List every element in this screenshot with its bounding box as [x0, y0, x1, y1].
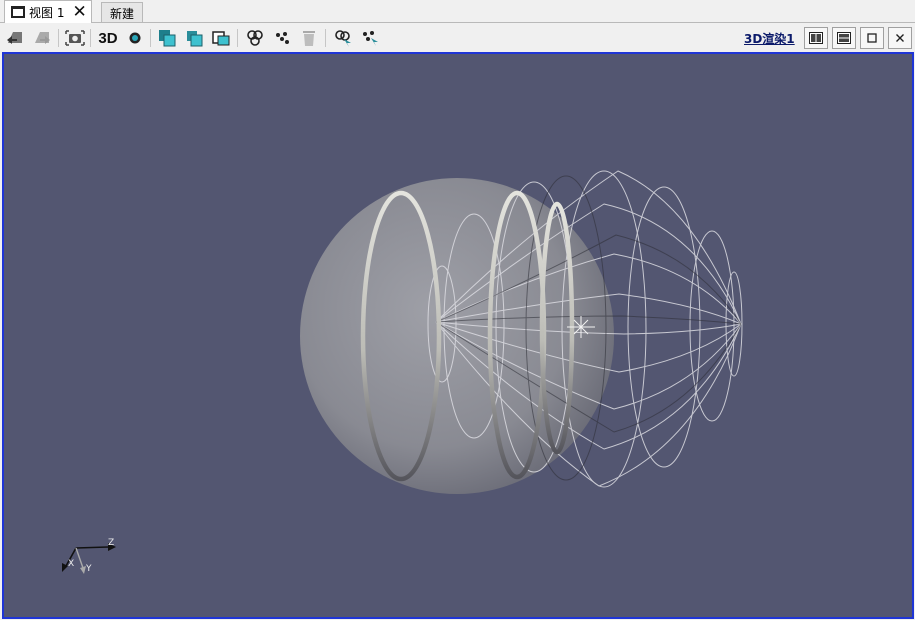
close-view-icon[interactable]: [888, 27, 912, 49]
hover-cells-icon[interactable]: [359, 27, 381, 49]
hover-points-icon[interactable]: [332, 27, 354, 49]
tab-view-1[interactable]: 视图 1 ✕: [4, 0, 92, 23]
tab-bar: 视图 1 ✕ 新建: [0, 0, 915, 23]
axis-z-line: [75, 546, 109, 549]
axis-z-label: Z: [108, 538, 114, 548]
split-horizontal-icon[interactable]: [804, 27, 828, 49]
orientation-axes: Z X Y: [62, 538, 116, 574]
tab-new[interactable]: 新建: [101, 2, 143, 23]
axis-y-line: [75, 547, 84, 569]
window-icon: [11, 6, 25, 18]
redo-camera-icon[interactable]: [31, 27, 53, 49]
select-cells-interactive-icon[interactable]: [244, 27, 266, 49]
screenshot-icon[interactable]: [64, 27, 86, 49]
render-scene: Z X Y: [62, 170, 743, 574]
axis-y-label: Y: [85, 564, 92, 574]
tab-label: 视图 1: [29, 5, 65, 20]
render-viewport[interactable]: Z X Y: [2, 52, 914, 619]
view-toolbar: 3D 3D渲染1: [0, 24, 915, 51]
select-blocks-icon[interactable]: [210, 27, 232, 49]
clear-selection-icon[interactable]: [298, 27, 320, 49]
view-type-link[interactable]: 3D渲染1: [744, 30, 795, 47]
reset-camera-icon[interactable]: [4, 27, 26, 49]
close-tab-icon[interactable]: ✕: [72, 3, 86, 21]
split-vertical-icon[interactable]: [832, 27, 856, 49]
tab-label: 新建: [109, 6, 134, 21]
select-cells-icon[interactable]: [156, 27, 178, 49]
maximize-icon[interactable]: [860, 27, 884, 49]
point-icon[interactable]: [124, 27, 146, 49]
select-points-icon[interactable]: [183, 27, 205, 49]
interaction-mode-3d-button[interactable]: 3D: [96, 27, 120, 49]
axis-x-label: X: [68, 559, 74, 569]
select-points-interactive-icon[interactable]: [271, 27, 293, 49]
